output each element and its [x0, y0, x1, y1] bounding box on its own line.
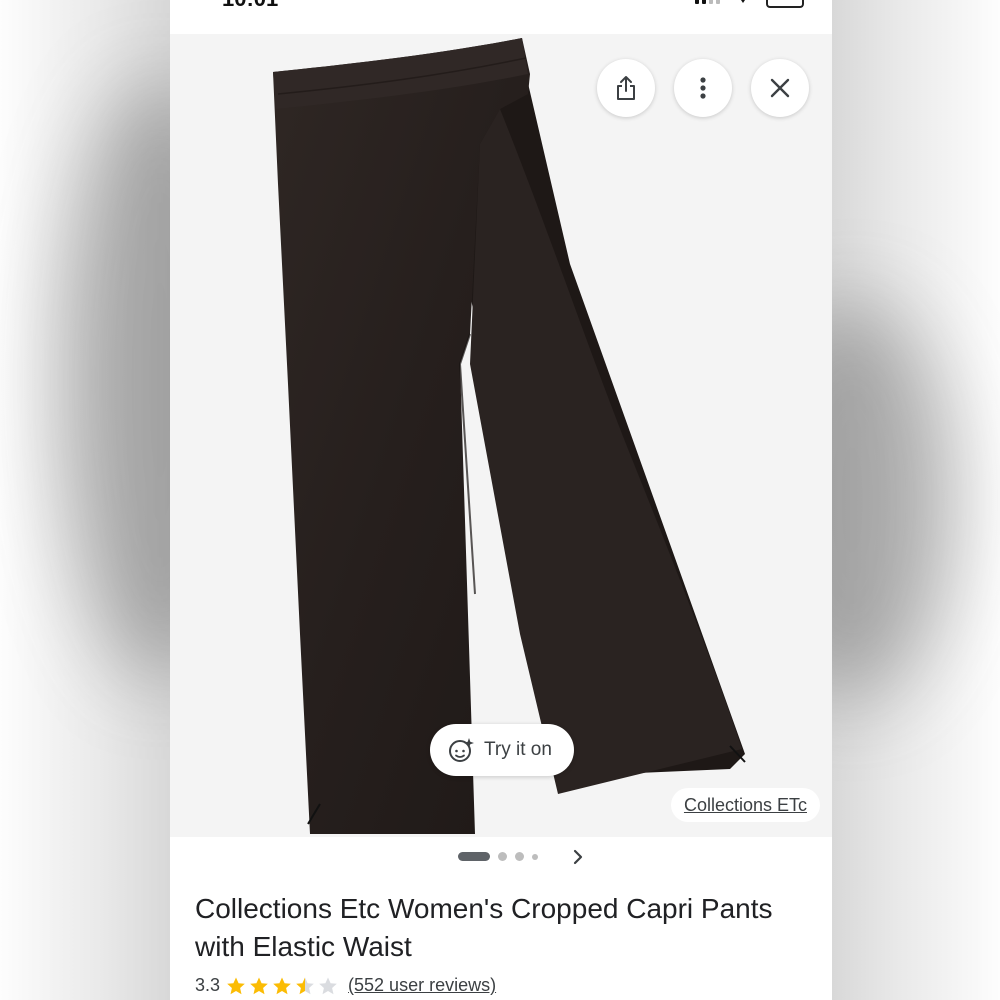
battery-icon [766, 0, 804, 8]
star-icon [319, 977, 337, 994]
share-button[interactable] [597, 59, 655, 117]
pager-dot[interactable] [498, 852, 507, 861]
product-image-viewer[interactable]: Try it on Collections ETc [170, 34, 832, 837]
image-pager [458, 852, 538, 861]
star-rating [226, 976, 338, 996]
star-icon [296, 977, 314, 994]
reviews-link[interactable]: (552 user reviews) [348, 975, 496, 996]
star-icon [227, 977, 245, 994]
more-options-button[interactable] [674, 59, 732, 117]
signal-icon [695, 0, 720, 4]
status-icons [695, 0, 804, 8]
pager-dot-active[interactable] [458, 852, 490, 861]
close-icon [770, 78, 790, 98]
share-icon [617, 76, 635, 100]
pager-dot[interactable] [532, 853, 538, 860]
star-icon [273, 977, 291, 994]
image-source-link[interactable]: Collections ETc [670, 788, 820, 822]
star-icon [250, 977, 268, 994]
rating-row: 3.3 (552 user reviews) [195, 975, 496, 996]
status-time: 10:01 [222, 0, 278, 12]
pager-dot[interactable] [515, 852, 524, 861]
product-title: Collections Etc Women's Cropped Capri Pa… [195, 893, 773, 962]
blurred-backdrop-right [832, 0, 1000, 1000]
close-button[interactable] [751, 59, 809, 117]
product-image [273, 38, 746, 834]
phone-screen: 10:01 [170, 0, 832, 1000]
try-on-icon [449, 738, 474, 762]
status-bar: 10:01 [170, 0, 832, 34]
chevron-right-icon[interactable] [567, 846, 589, 868]
rating-value: 3.3 [195, 975, 221, 995]
wifi-icon [741, 0, 745, 3]
try-it-on-label: Try it on [484, 739, 552, 760]
try-it-on-button[interactable]: Try it on [430, 724, 574, 776]
blurred-backdrop-left [0, 0, 170, 1000]
more-vert-icon [700, 77, 706, 99]
